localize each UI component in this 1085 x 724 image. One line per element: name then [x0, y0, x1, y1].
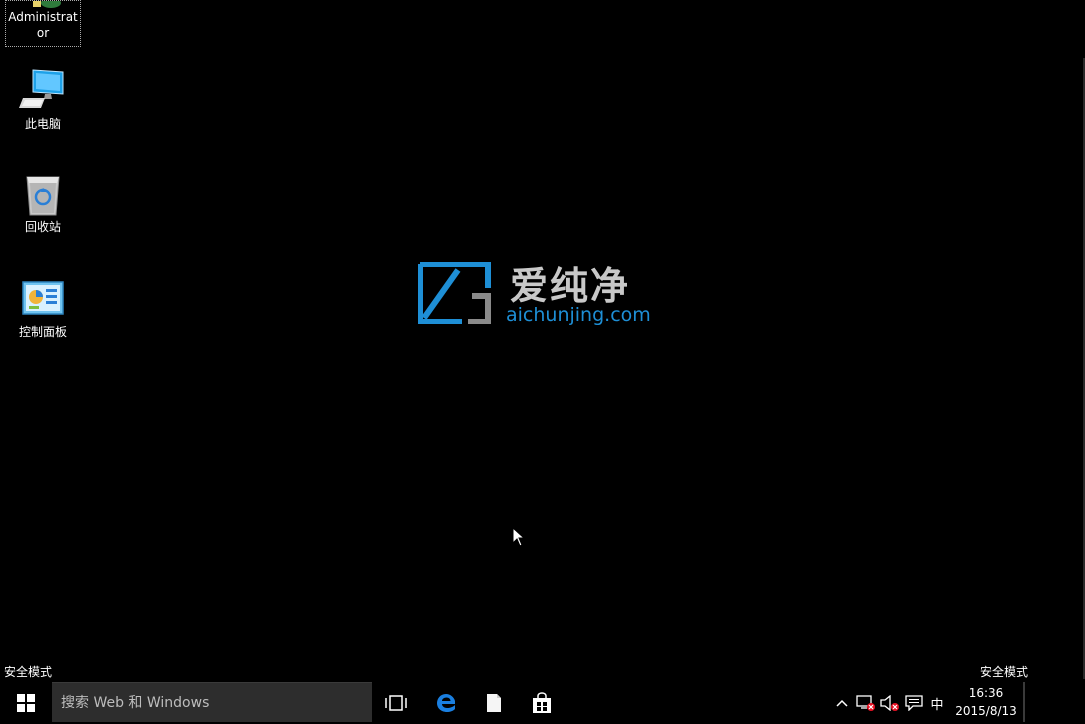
notification-icon: [905, 695, 923, 711]
desktop-icon-recycle-bin[interactable]: 回收站: [5, 171, 81, 235]
watermark-logo: 爱纯净 aichunjing.com: [418, 262, 658, 328]
safe-mode-label-right: 安全模式: [980, 665, 1029, 679]
watermark-url: aichunjing.com: [506, 304, 651, 326]
edge-icon: [437, 694, 455, 712]
computer-icon: [19, 69, 64, 108]
recycle-bin-icon: [26, 176, 60, 216]
action-center-button[interactable]: [903, 682, 925, 724]
watermark-title: 爱纯净: [510, 264, 631, 308]
clock-time: 16:36: [968, 686, 1004, 700]
desktop-icon-label: 回收站: [24, 220, 61, 234]
desktop-icon-control-panel[interactable]: 控制面板: [5, 276, 81, 340]
volume-tray-button[interactable]: [879, 682, 901, 724]
store-icon: [533, 692, 551, 713]
taskbar: 搜索 Web 和 Windows 中 16:36 2015/8/13: [0, 682, 1085, 724]
file-explorer-button[interactable]: [472, 682, 516, 724]
desktop-icon-label: 此电脑: [24, 117, 61, 131]
desktop: Administrator 此电脑 回收站 控制面板 爱纯净 aichunjin…: [0, 0, 1085, 724]
volume-muted-icon: [880, 695, 899, 711]
show-hidden-icons-button[interactable]: [832, 682, 852, 724]
search-input[interactable]: 搜索 Web 和 Windows: [52, 682, 372, 722]
safe-mode-label-left: 安全模式: [4, 665, 53, 679]
network-error-icon: [856, 695, 875, 711]
watermark-mark-icon: [418, 262, 491, 324]
windows-logo-icon: [17, 694, 35, 712]
show-desktop-button[interactable]: [1023, 682, 1025, 722]
document-icon: [487, 694, 501, 712]
store-button[interactable]: [520, 682, 564, 724]
desktop-icon-this-pc[interactable]: 此电脑: [5, 68, 81, 132]
edge-button[interactable]: [424, 682, 468, 724]
task-view-button[interactable]: [374, 682, 418, 724]
input-method-button[interactable]: 中: [926, 682, 948, 724]
network-tray-button[interactable]: [855, 682, 877, 724]
desktop-icon-label: 控制面板: [18, 325, 67, 339]
mouse-cursor-icon: [512, 527, 526, 547]
start-button[interactable]: [0, 682, 52, 724]
desktop-icon-label: Administrator: [8, 10, 78, 40]
control-panel-icon: [22, 281, 64, 315]
clock-date: 2015/8/13: [955, 704, 1017, 718]
user-folder-icon: [33, 1, 61, 8]
desktop-icon-administrator[interactable]: Administrator: [5, 0, 81, 47]
chevron-up-icon: [836, 699, 848, 707]
clock[interactable]: 16:36 2015/8/13: [950, 684, 1022, 720]
task-view-icon: [385, 695, 407, 711]
